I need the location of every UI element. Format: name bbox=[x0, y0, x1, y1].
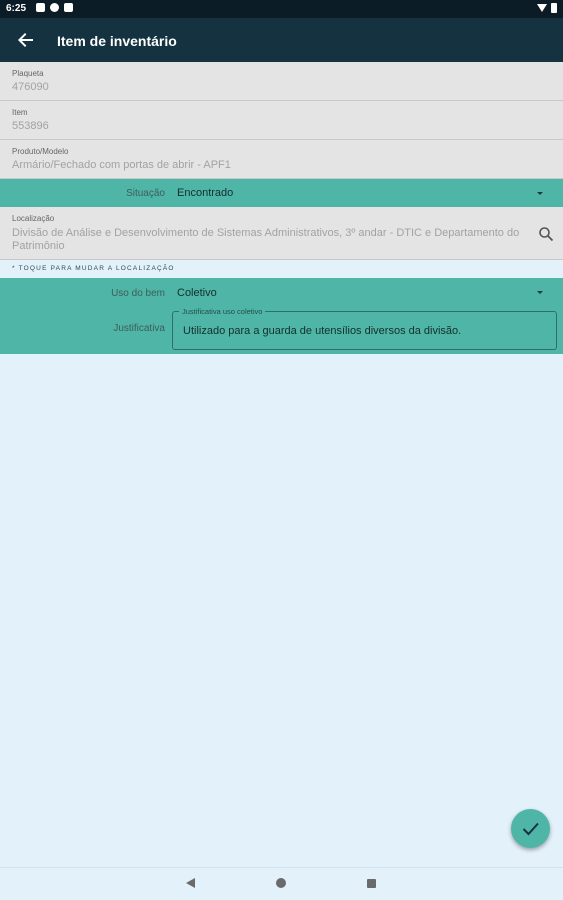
justificativa-label: Justificativa bbox=[113, 323, 165, 334]
localizacao-value: Divisão de Análise e Desenvolvimento de … bbox=[12, 227, 520, 252]
search-icon[interactable] bbox=[538, 226, 554, 242]
battery-icon bbox=[551, 3, 557, 13]
nav-back-icon[interactable] bbox=[186, 878, 195, 888]
produto-field: Produto/Modelo Armário/Fechado com porta… bbox=[0, 140, 563, 179]
uso-value: Coletivo bbox=[177, 287, 217, 299]
notification-icon bbox=[64, 3, 73, 12]
localizacao-field[interactable]: Localização Divisão de Análise e Desenvo… bbox=[0, 207, 563, 260]
check-icon bbox=[522, 822, 539, 836]
nav-home-icon[interactable] bbox=[276, 878, 286, 888]
app-bar: Item de inventário bbox=[0, 18, 563, 62]
dropdown-arrow-icon bbox=[537, 192, 543, 195]
uso-select[interactable]: Coletivo bbox=[172, 278, 557, 306]
wifi-icon bbox=[537, 4, 547, 12]
page-title: Item de inventário bbox=[57, 33, 177, 49]
produto-value: Armário/Fechado com portas de abrir - AP… bbox=[12, 159, 231, 171]
system-icons bbox=[537, 3, 557, 13]
dropdown-arrow-icon bbox=[537, 291, 543, 294]
justificativa-legend: Justificativa uso coletivo bbox=[179, 307, 266, 316]
item-value: 553896 bbox=[12, 120, 49, 132]
nav-recents-icon[interactable] bbox=[367, 879, 376, 888]
situacao-select[interactable]: Encontrado bbox=[172, 179, 557, 207]
plaqueta-value: 476090 bbox=[12, 81, 49, 93]
location-hint: * TOQUE PARA MUDAR A LOCALIZAÇÃO bbox=[12, 265, 175, 272]
item-field: Item 553896 bbox=[0, 101, 563, 140]
status-bar: 6:25 bbox=[0, 0, 563, 18]
justificativa-value: Utilizado para a guarda de utensílios di… bbox=[183, 325, 462, 337]
uso-label: Uso do bem bbox=[111, 288, 165, 299]
localizacao-label: Localização bbox=[12, 214, 55, 223]
situacao-value: Encontrado bbox=[177, 187, 234, 199]
item-label: Item bbox=[12, 108, 28, 117]
situacao-row: Situação Encontrado bbox=[0, 179, 563, 207]
status-time: 6:25 bbox=[6, 3, 27, 14]
arrow-left-icon[interactable] bbox=[14, 28, 38, 52]
notification-icons bbox=[36, 3, 73, 12]
notification-icon bbox=[50, 3, 59, 12]
notification-icon bbox=[36, 3, 45, 12]
situacao-label: Situação bbox=[126, 188, 165, 199]
plaqueta-label: Plaqueta bbox=[12, 69, 44, 78]
produto-label: Produto/Modelo bbox=[12, 147, 69, 156]
plaqueta-field: Plaqueta 476090 bbox=[0, 62, 563, 101]
confirm-button[interactable] bbox=[511, 809, 550, 848]
